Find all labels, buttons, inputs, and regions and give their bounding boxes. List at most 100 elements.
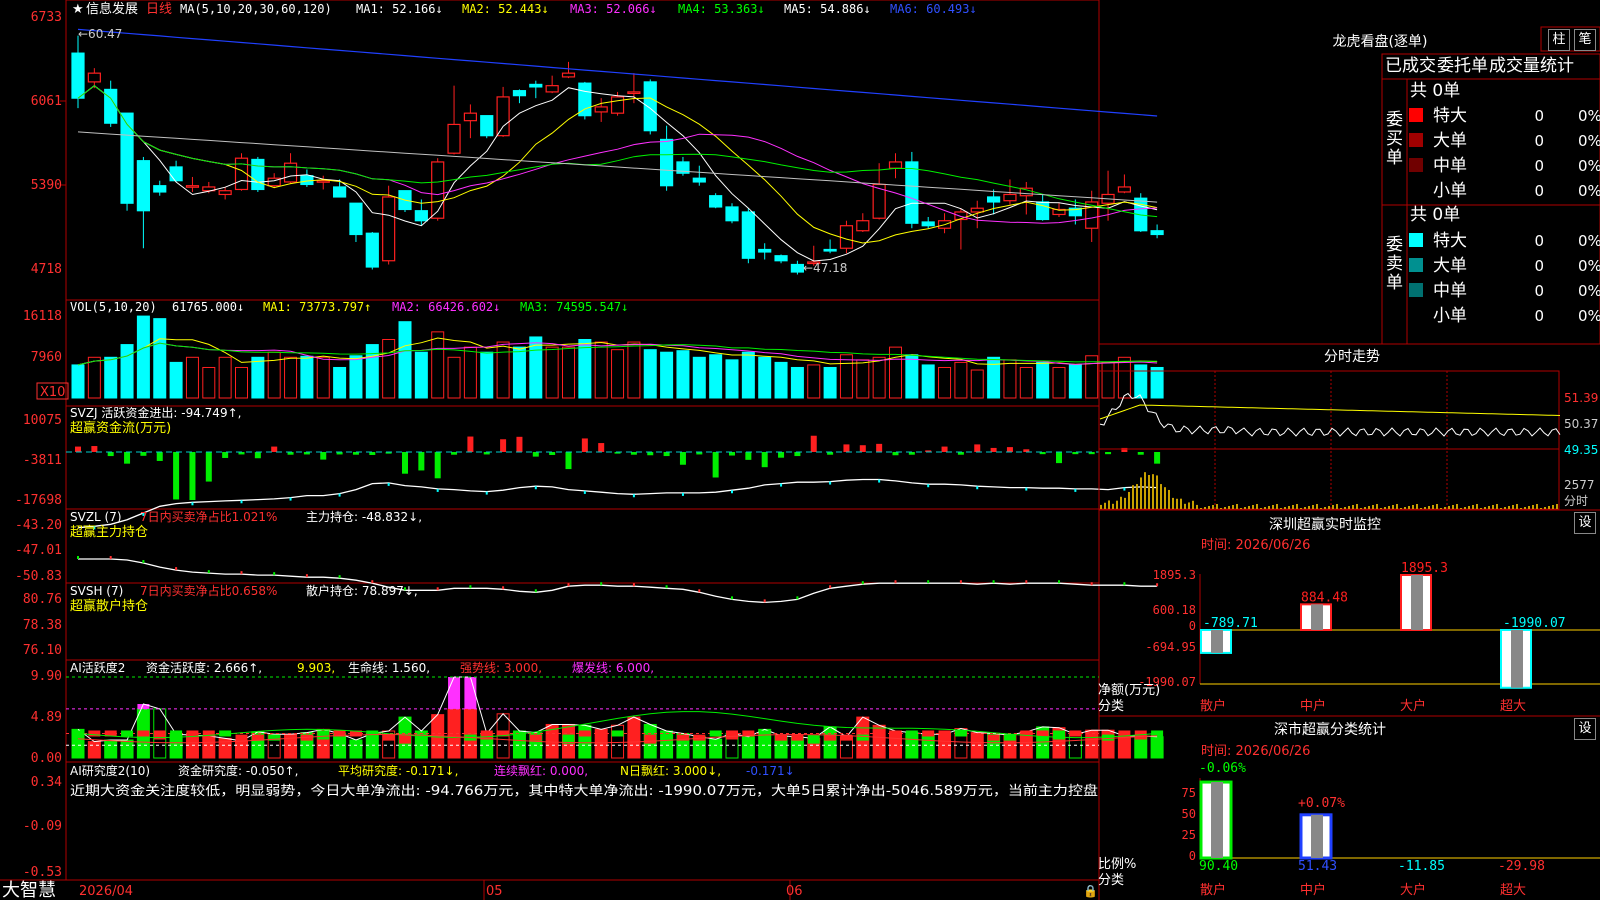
intraday-vol-bar xyxy=(1168,489,1170,509)
ai3-avg: 平均研究度: -0.171↓, xyxy=(338,763,458,778)
classify-xlabel: 分类 xyxy=(1098,873,1124,888)
intraday-vol-bar xyxy=(1496,504,1498,509)
flow-bar xyxy=(712,452,719,478)
svzl-ratio: 7日内买卖净占比1.021% xyxy=(140,509,277,524)
tab-volume-stats[interactable]: 成交量统计 xyxy=(1489,56,1574,76)
research-bar xyxy=(382,734,395,741)
candle xyxy=(921,221,935,227)
monitor-tick: -694.95 xyxy=(1145,640,1196,654)
fund-flow-chart[interactable] xyxy=(66,435,1161,501)
volume-bar xyxy=(1101,361,1115,399)
volume-bar xyxy=(185,356,199,399)
tab-filled[interactable]: 已成交 xyxy=(1385,56,1436,76)
volume-bar xyxy=(709,354,723,399)
holding-tick xyxy=(1025,487,1028,491)
stock-name[interactable]: 信息发展 xyxy=(86,1,138,17)
research-bar xyxy=(170,730,183,737)
intraday-vol-bar xyxy=(1172,497,1174,509)
volume-bar xyxy=(136,315,150,399)
classify-ylabel: 比例% xyxy=(1098,857,1136,872)
svzj-tick: -3811 xyxy=(23,453,62,468)
volume-bar xyxy=(1150,366,1164,399)
volume-bar xyxy=(431,331,445,399)
flow-bar xyxy=(974,444,981,452)
volume-bar xyxy=(235,366,248,399)
research-bar xyxy=(513,734,526,741)
candle xyxy=(447,123,461,154)
buy-total: 共 0单 xyxy=(1410,81,1460,101)
research-bar xyxy=(807,734,820,744)
monitor-settings-button[interactable]: 设 xyxy=(1574,512,1596,534)
order-count: 0 xyxy=(1534,282,1544,300)
intraday-vol-bar xyxy=(1248,506,1250,509)
candle xyxy=(120,112,134,204)
intraday-vol-bar xyxy=(1328,506,1330,509)
ai2-tick: 4.89 xyxy=(31,710,62,725)
holding-tick xyxy=(1123,487,1126,491)
flow-bar xyxy=(598,443,605,452)
activity-bar xyxy=(627,716,641,759)
flow-bar xyxy=(140,452,147,456)
svzj-tick: -17698 xyxy=(15,493,62,508)
ai3-extra: -0.171↓ xyxy=(746,764,795,778)
holding-tick xyxy=(109,556,112,560)
research-bar xyxy=(922,730,935,737)
monitor-value-label: -1990.07 xyxy=(1503,616,1566,631)
intraday-vol-bar xyxy=(1408,506,1410,509)
classify-top-label: -0.06% xyxy=(1199,761,1246,776)
candle xyxy=(627,91,641,95)
volume-bar xyxy=(905,354,919,399)
intraday-vol-bar xyxy=(1100,504,1102,509)
tick-view-button[interactable]: 笔 xyxy=(1574,29,1596,51)
intraday-vol-bar xyxy=(1276,504,1278,509)
svzl-value: 主力持仓: -48.832↓, xyxy=(306,509,422,524)
candle xyxy=(529,83,543,88)
order-type: 小单 xyxy=(1433,306,1467,326)
volume-bar xyxy=(562,346,575,399)
tab-orders[interactable]: 委托单 xyxy=(1437,56,1488,76)
intraday-vol-bar xyxy=(1116,500,1118,509)
svsh-tick: 76.10 xyxy=(23,643,62,658)
research-bar xyxy=(1069,730,1082,737)
candle xyxy=(659,138,674,187)
ai3-def: AI研究度2(10) xyxy=(70,763,150,778)
volume-chart[interactable] xyxy=(71,315,1164,399)
volume-bar xyxy=(1117,356,1131,399)
intraday-vol-bar xyxy=(1388,506,1390,509)
research-bar xyxy=(1053,730,1065,740)
volume-bar xyxy=(512,346,526,399)
period-label[interactable]: 日线 xyxy=(146,2,172,17)
ma1-value: MA1: 52.166↓ xyxy=(356,2,443,16)
intraday-vol-bar xyxy=(1304,507,1306,509)
order-count: 0 xyxy=(1534,182,1544,200)
holding-tick xyxy=(1123,582,1126,586)
bar-view-button[interactable]: 柱 xyxy=(1548,29,1570,51)
flow-bar xyxy=(402,452,408,474)
side-label-char: 单 xyxy=(1386,148,1403,168)
intraday-vol-bar xyxy=(1516,504,1518,509)
candle xyxy=(251,158,265,191)
intraday-vol-bar xyxy=(1380,508,1382,509)
research-bar xyxy=(627,730,640,737)
order-pct: 0% xyxy=(1578,182,1600,200)
monitor-value-label: -789.71 xyxy=(1203,616,1258,631)
vol-tick: 7960 xyxy=(31,350,62,365)
research-bar xyxy=(186,730,199,737)
monitor-date: 时间: 2026/06/26 xyxy=(1201,538,1310,553)
intraday-vol-bar xyxy=(1208,506,1210,509)
classify-settings-button[interactable]: 设 xyxy=(1574,718,1596,740)
volume-bar xyxy=(774,361,788,399)
ai-activity-chart[interactable] xyxy=(66,676,1164,759)
monitor-bar xyxy=(1400,574,1432,631)
volume-bar xyxy=(545,346,559,399)
candle xyxy=(300,175,314,186)
intraday-vol-bar xyxy=(1404,507,1406,509)
research-bar xyxy=(726,730,738,740)
panel-title: 龙虎看盘(逐单) xyxy=(1333,33,1428,50)
holding-tick xyxy=(927,580,930,584)
candlestick-chart[interactable] xyxy=(71,28,1164,275)
holding-tick xyxy=(1090,582,1093,586)
vol-ma1: MA1: 73773.797↑ xyxy=(263,300,371,314)
activity-bar xyxy=(169,733,183,759)
intraday-vol-bar xyxy=(1288,506,1290,509)
